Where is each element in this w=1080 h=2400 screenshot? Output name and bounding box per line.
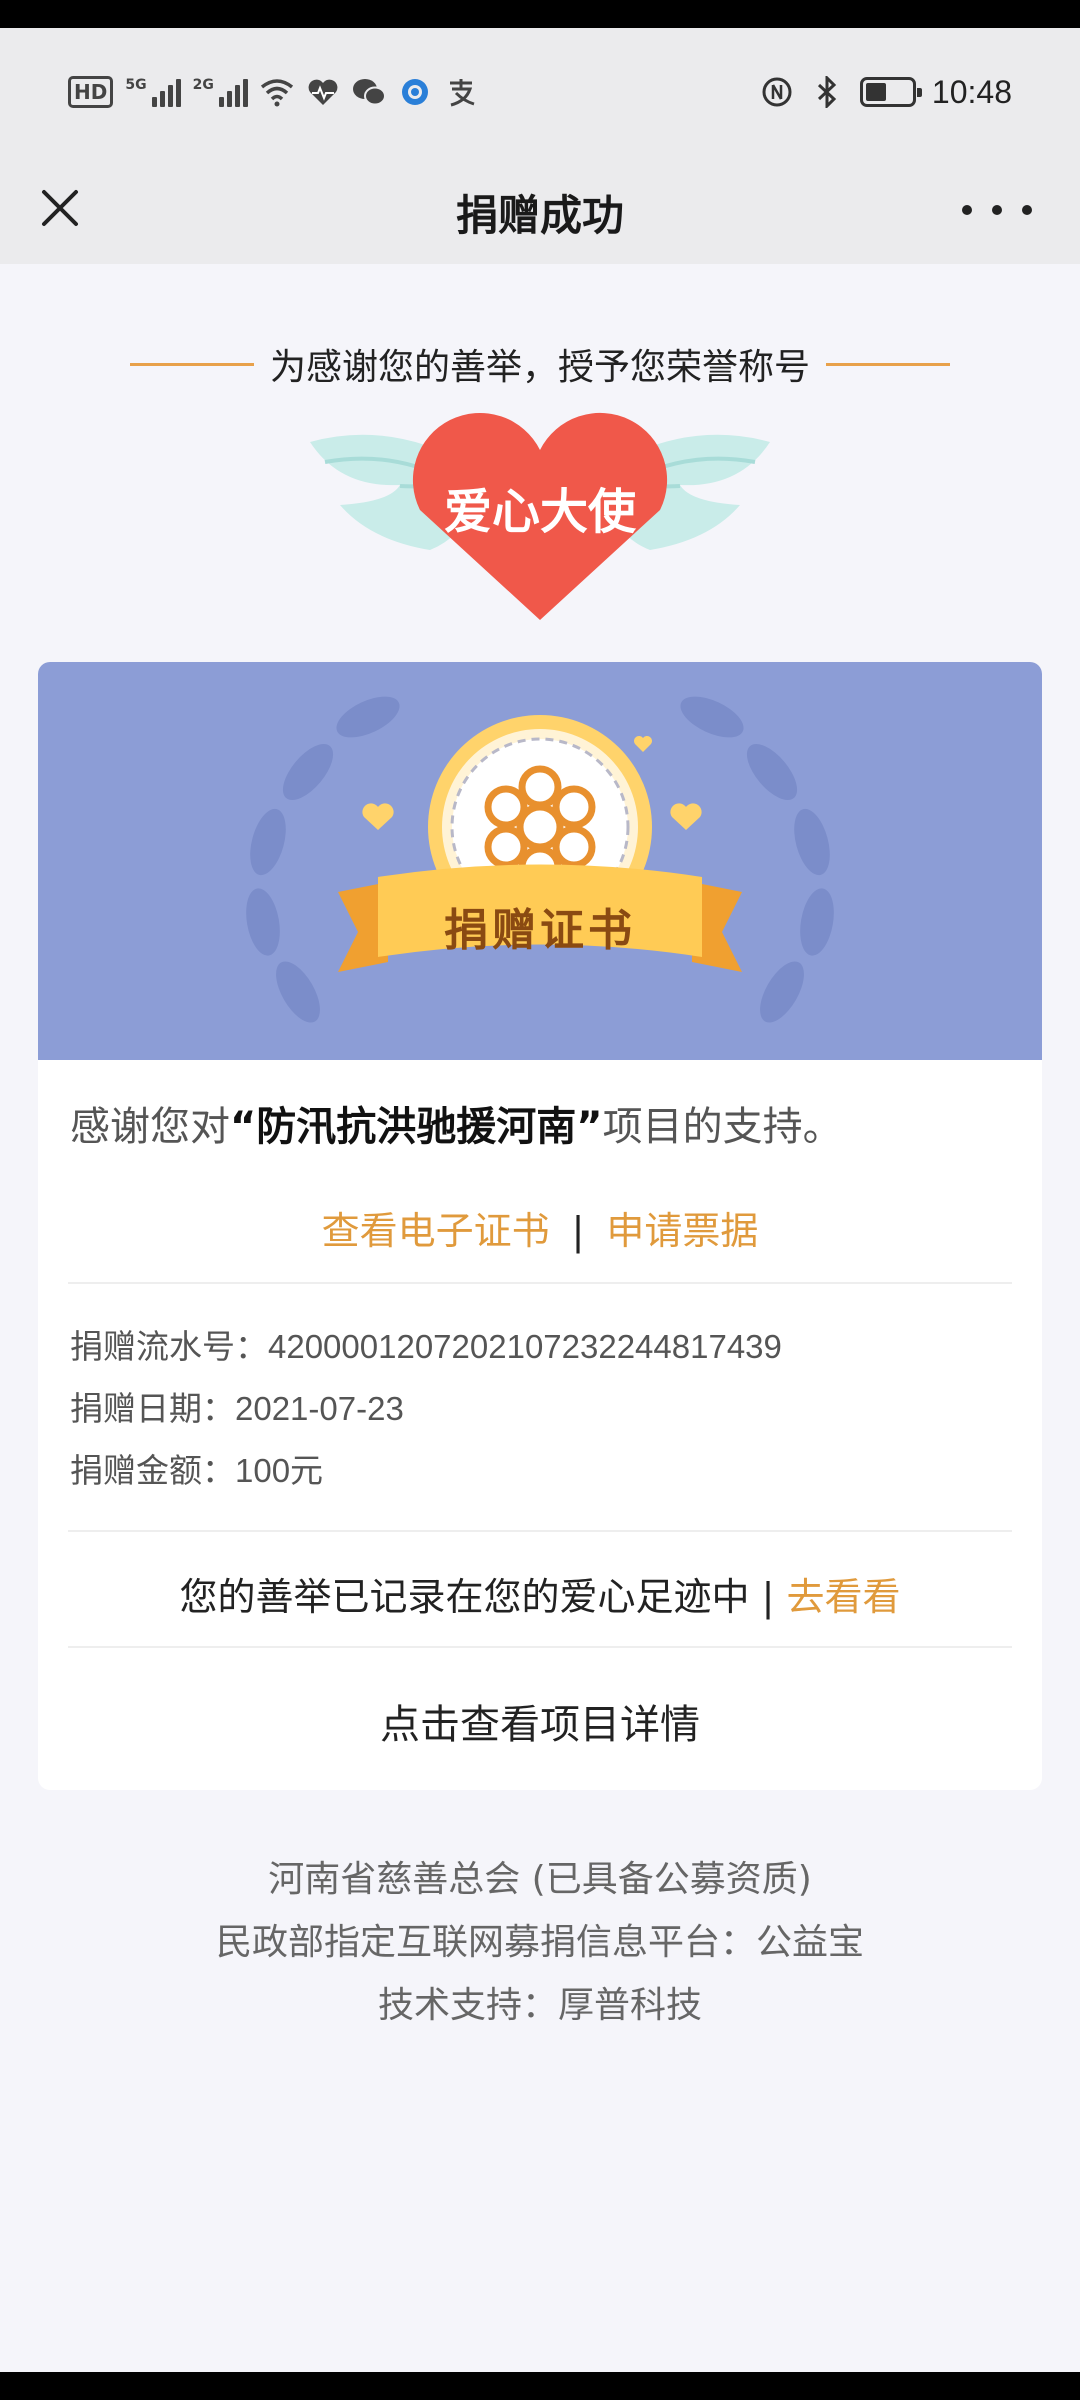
heart-icon	[670, 803, 702, 830]
status-left: HD 5G 2G	[68, 72, 478, 112]
serial-label: 捐赠流水号：	[70, 1328, 268, 1365]
amount-label: 捐赠金额：	[70, 1452, 235, 1489]
date-label: 捐赠日期：	[70, 1390, 235, 1427]
divider	[68, 1646, 1012, 1648]
status-time: 10:48	[931, 73, 1012, 110]
heart-icon	[634, 736, 652, 752]
signal-2g-icon: 2G	[193, 77, 248, 107]
honor-caption: 为感谢您的善举，授予您荣誉称号	[269, 347, 810, 388]
alipay-icon	[444, 75, 478, 109]
nfc-icon	[760, 75, 794, 109]
hd-badge: HD	[68, 76, 114, 108]
signal-2g-label: 2G	[192, 77, 214, 93]
page-title: 捐赠成功	[455, 191, 624, 240]
apply-receipt-link[interactable]: 申请票据	[606, 1209, 758, 1253]
thanks-suffix: 项目的支持。	[602, 1104, 843, 1150]
serial-number-row: 捐赠流水号：4200001207202107232244817439	[70, 1320, 782, 1368]
bluetooth-icon	[810, 75, 844, 109]
project-name: “防汛抗洪驰援河南”	[230, 1104, 603, 1150]
project-detail-link[interactable]: 点击查看项目详情	[38, 1692, 1042, 1750]
wifi-icon	[260, 75, 294, 109]
status-right: 10:48	[760, 72, 1012, 112]
top-bezel	[0, 0, 1080, 28]
more-icon	[962, 205, 972, 215]
view-certificate-link[interactable]: 查看电子证书	[322, 1209, 550, 1253]
thanks-message: 感谢您对“防汛抗洪驰援河南”项目的支持。	[70, 1094, 1020, 1152]
nav-bar: 捐赠成功	[0, 156, 1080, 264]
link-separator: |	[571, 1209, 585, 1253]
footprint-row: 您的善举已记录在您的爱心足迹中 | 去看看	[38, 1566, 1042, 1621]
heart-health-icon	[306, 75, 340, 109]
signal-5g-label: 5G	[125, 77, 147, 93]
wechat-icon	[352, 75, 386, 109]
honor-title: 爱心大使	[444, 484, 637, 540]
footer-tech-support: 技术支持：厚普科技	[377, 1985, 702, 2026]
footprint-text: 您的善举已记录在您的爱心足迹中 |	[179, 1575, 787, 1619]
date-value: 2021-07-23	[235, 1390, 404, 1427]
certificate-banner[interactable]: 捐赠证书	[38, 662, 1042, 1060]
status-bar: HD 5G 2G 10:48	[0, 28, 1080, 156]
divider-right	[826, 362, 950, 366]
date-row: 捐赠日期：2021-07-23	[70, 1382, 404, 1430]
footer-organization: 河南省慈善总会 (已具备公募资质)	[268, 1859, 812, 1900]
honor-badge: 爱心大使	[280, 410, 800, 630]
bottom-bezel	[0, 2372, 1080, 2400]
battery-icon	[859, 77, 922, 107]
certificate-links: 查看电子证书 | 申请票据	[38, 1200, 1042, 1255]
signal-5g-icon: 5G	[125, 77, 181, 107]
view-footprint-link[interactable]: 去看看	[786, 1575, 900, 1619]
certificate-banner-label: 捐赠证书	[444, 905, 636, 956]
amount-row: 捐赠金额：100元	[70, 1444, 323, 1492]
divider	[68, 1530, 1012, 1532]
amount-value: 100元	[235, 1452, 324, 1489]
more-button[interactable]	[962, 190, 1032, 230]
thanks-prefix: 感谢您对	[70, 1104, 230, 1150]
heart-icon	[362, 803, 394, 830]
browser-icon	[398, 75, 432, 109]
battery-level	[865, 83, 886, 101]
footer-platform: 民政部指定互联网募捐信息平台：公益宝	[215, 1922, 864, 1963]
divider	[68, 1282, 1012, 1284]
serial-value: 4200001207202107232244817439	[268, 1328, 782, 1365]
divider-left	[129, 362, 254, 366]
certificate-card: 捐赠证书 感谢您对“防汛抗洪驰援河南”项目的支持。 查看电子证书 | 申请票据 捐赠…	[38, 662, 1042, 1790]
honor-caption-row: 为感谢您的善举，授予您荣誉称号	[0, 342, 1080, 388]
